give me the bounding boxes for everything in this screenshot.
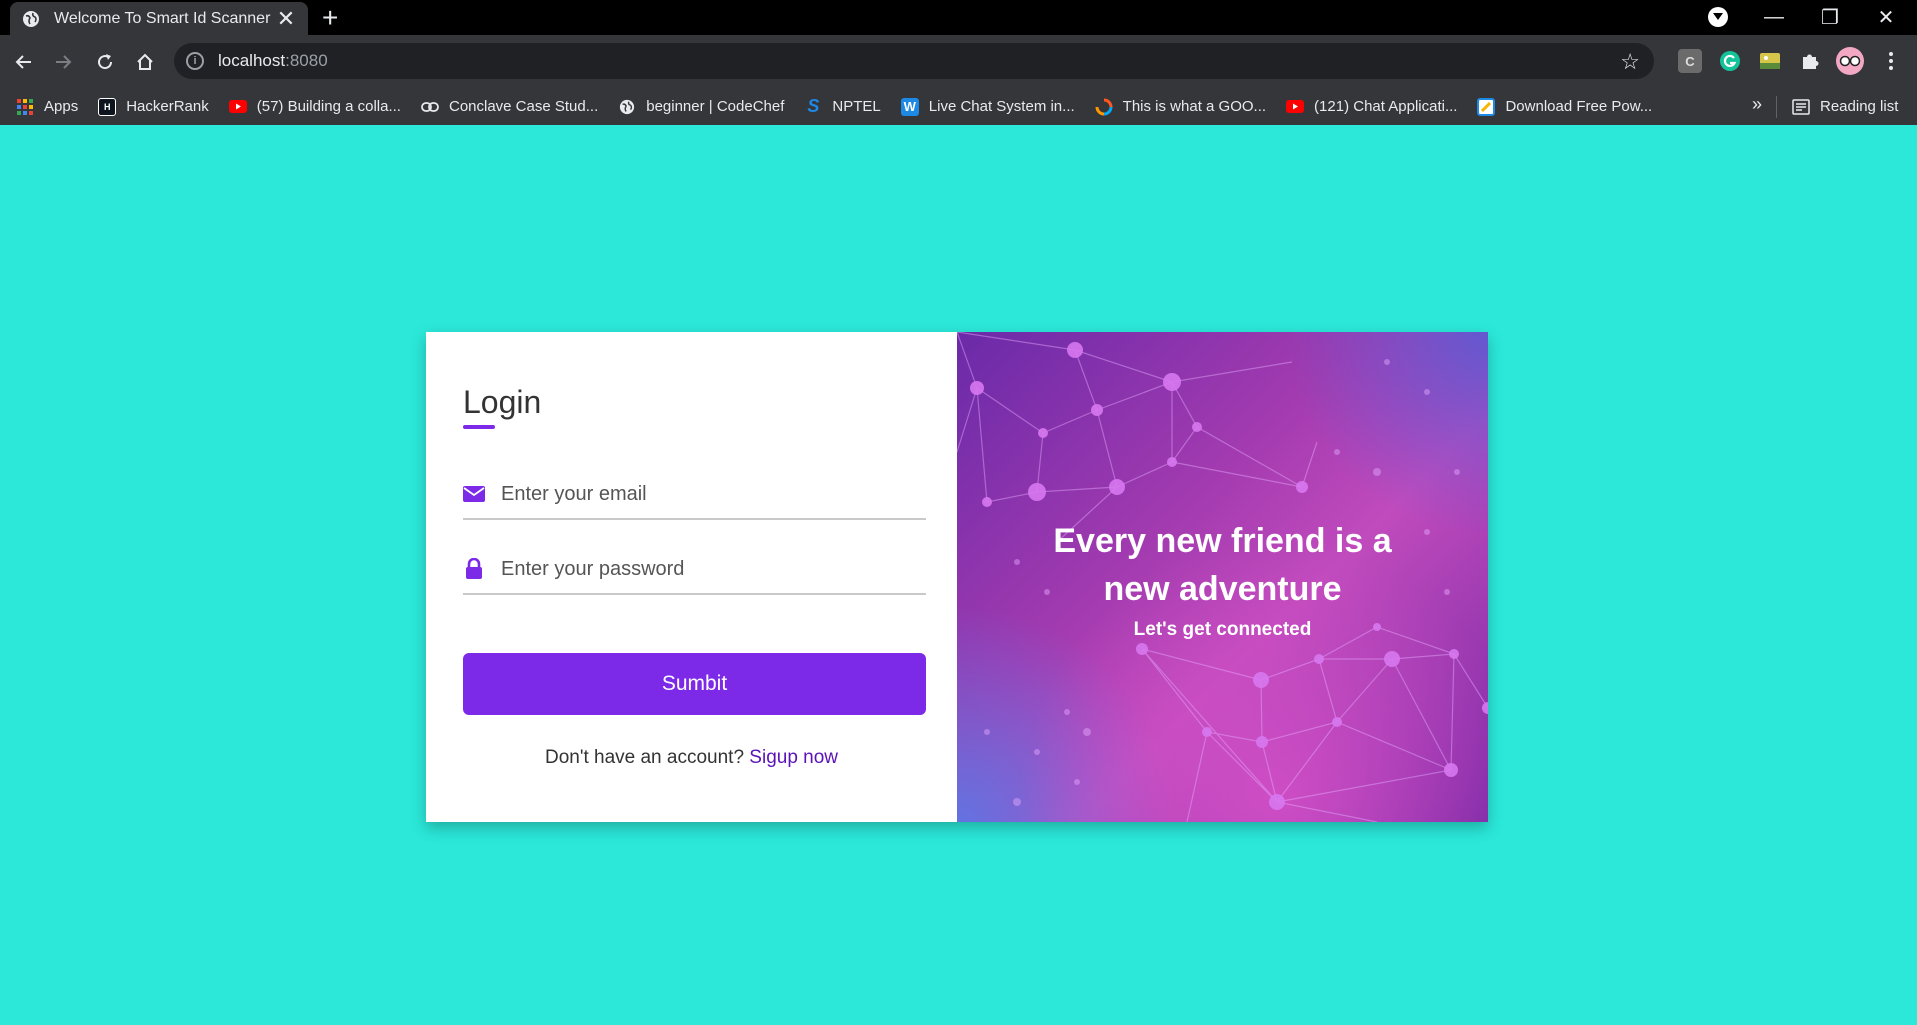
hero-title-line1: Every new friend is a xyxy=(1053,522,1392,560)
bookmark-youtube-chat[interactable]: (121) Chat Applicati... xyxy=(1286,98,1457,116)
hero-image-panel: Every new friend is a new adventure Let'… xyxy=(957,332,1488,822)
bookmark-label: (121) Chat Applicati... xyxy=(1314,98,1458,115)
bookmark-label: NPTEL xyxy=(832,98,881,115)
close-window-button[interactable]: ✕ xyxy=(1858,0,1914,35)
submit-button[interactable]: Sumbit xyxy=(463,653,926,715)
bookmarks-divider xyxy=(1776,96,1777,118)
login-card: Login Sumbit Don't have an account? Sigu… xyxy=(426,332,1488,822)
title-underline xyxy=(463,425,495,429)
youtube-icon xyxy=(228,98,247,116)
hero-text: Every new friend is a new adventure Let'… xyxy=(957,517,1488,641)
signup-prompt: Don't have an account? xyxy=(544,747,745,768)
signup-row: Don't have an account? Sigup now xyxy=(426,747,957,769)
profile-avatar-icon[interactable] xyxy=(1836,47,1864,75)
bookmark-apps[interactable]: Apps xyxy=(16,98,78,116)
w-icon: W xyxy=(900,97,919,116)
bookmark-label: (57) Building a colla... xyxy=(256,98,401,115)
bookmark-youtube-building[interactable]: (57) Building a colla... xyxy=(228,98,401,116)
apps-grid-icon xyxy=(16,98,34,116)
bookmarks-overflow-button[interactable]: » xyxy=(1752,94,1762,115)
email-field xyxy=(463,470,926,520)
menu-kebab-icon[interactable] xyxy=(1879,49,1903,73)
download-site-icon xyxy=(1477,97,1496,116)
bookmark-label: beginner | CodeChef xyxy=(646,98,785,115)
grammarly-icon[interactable] xyxy=(1718,49,1742,73)
minimize-button[interactable]: — xyxy=(1746,0,1802,35)
bookmark-nptel[interactable]: S NPTEL xyxy=(804,96,881,116)
bookmark-label: Live Chat System in... xyxy=(928,98,1075,115)
bookmark-label: Download Free Pow... xyxy=(1505,98,1653,115)
bookmark-label: HackerRank xyxy=(126,98,209,115)
globe-icon xyxy=(618,98,636,116)
url-port: :8080 xyxy=(285,51,328,70)
login-title: Login xyxy=(463,384,542,420)
url-host: localhost xyxy=(218,51,286,70)
browser-toolbar: i localhost:8080 ☆ C xyxy=(0,35,1917,88)
swirl-icon xyxy=(1095,98,1113,116)
tab-title: Welcome To Smart Id Scanner xyxy=(54,9,271,27)
bookmark-download[interactable]: Download Free Pow... xyxy=(1477,97,1653,116)
reading-list-label: Reading list xyxy=(1820,98,1899,115)
bookmark-label: This is what a GOO... xyxy=(1122,98,1267,115)
bookmark-label: Apps xyxy=(44,98,79,115)
forward-arrow-icon[interactable] xyxy=(48,47,78,77)
signup-link[interactable]: Sigup now xyxy=(749,747,838,768)
bookmark-hackerrank[interactable]: H HackerRank xyxy=(98,97,209,116)
bookmark-label: Conclave Case Stud... xyxy=(448,98,599,115)
bookmark-live-chat[interactable]: W Live Chat System in... xyxy=(900,97,1075,116)
info-icon[interactable]: i xyxy=(186,52,204,70)
youtube-icon xyxy=(1286,98,1305,116)
bookmark-codechef[interactable]: beginner | CodeChef xyxy=(618,98,784,116)
hero-subtitle: Let's get connected xyxy=(1133,619,1312,640)
bookmark-conclave[interactable]: Conclave Case Stud... xyxy=(421,98,598,116)
chevron-down-icon[interactable] xyxy=(1708,7,1728,27)
address-bar[interactable]: i localhost:8080 ☆ xyxy=(174,43,1654,79)
reading-list-icon xyxy=(1792,98,1810,115)
envelope-icon xyxy=(463,483,485,505)
hackerrank-icon: H xyxy=(98,97,117,116)
password-input[interactable] xyxy=(501,557,926,581)
extension-image-icon[interactable] xyxy=(1758,49,1782,73)
reload-icon[interactable] xyxy=(90,47,120,77)
back-arrow-icon[interactable] xyxy=(9,47,39,77)
bookmark-star-icon[interactable]: ☆ xyxy=(1620,49,1640,75)
extensions-puzzle-icon[interactable] xyxy=(1798,49,1822,73)
nptel-icon: S xyxy=(807,96,820,116)
reading-list-button[interactable]: Reading list xyxy=(1792,88,1898,125)
login-form: Login Sumbit Don't have an account? Sigu… xyxy=(426,332,957,822)
extension-c-icon[interactable]: C xyxy=(1678,49,1702,73)
new-tab-button[interactable]: + xyxy=(322,4,338,32)
password-field xyxy=(463,545,926,595)
bookmark-goo[interactable]: This is what a GOO... xyxy=(1095,98,1266,116)
email-input[interactable] xyxy=(501,482,926,506)
browser-tab[interactable]: Welcome To Smart Id Scanner ✕ xyxy=(10,2,308,35)
lock-icon xyxy=(463,558,485,580)
maximize-button[interactable]: ❐ xyxy=(1802,0,1858,35)
bookmarks-bar: Apps H HackerRank (57) Building a colla.… xyxy=(0,88,1917,125)
close-tab-icon[interactable]: ✕ xyxy=(276,6,296,32)
hero-title-line2: new adventure xyxy=(1103,570,1342,608)
link-icon xyxy=(421,98,439,116)
globe-icon xyxy=(22,9,42,29)
home-icon[interactable] xyxy=(130,47,160,77)
browser-titlebar: Welcome To Smart Id Scanner ✕ + — ❐ ✕ xyxy=(0,0,1917,35)
